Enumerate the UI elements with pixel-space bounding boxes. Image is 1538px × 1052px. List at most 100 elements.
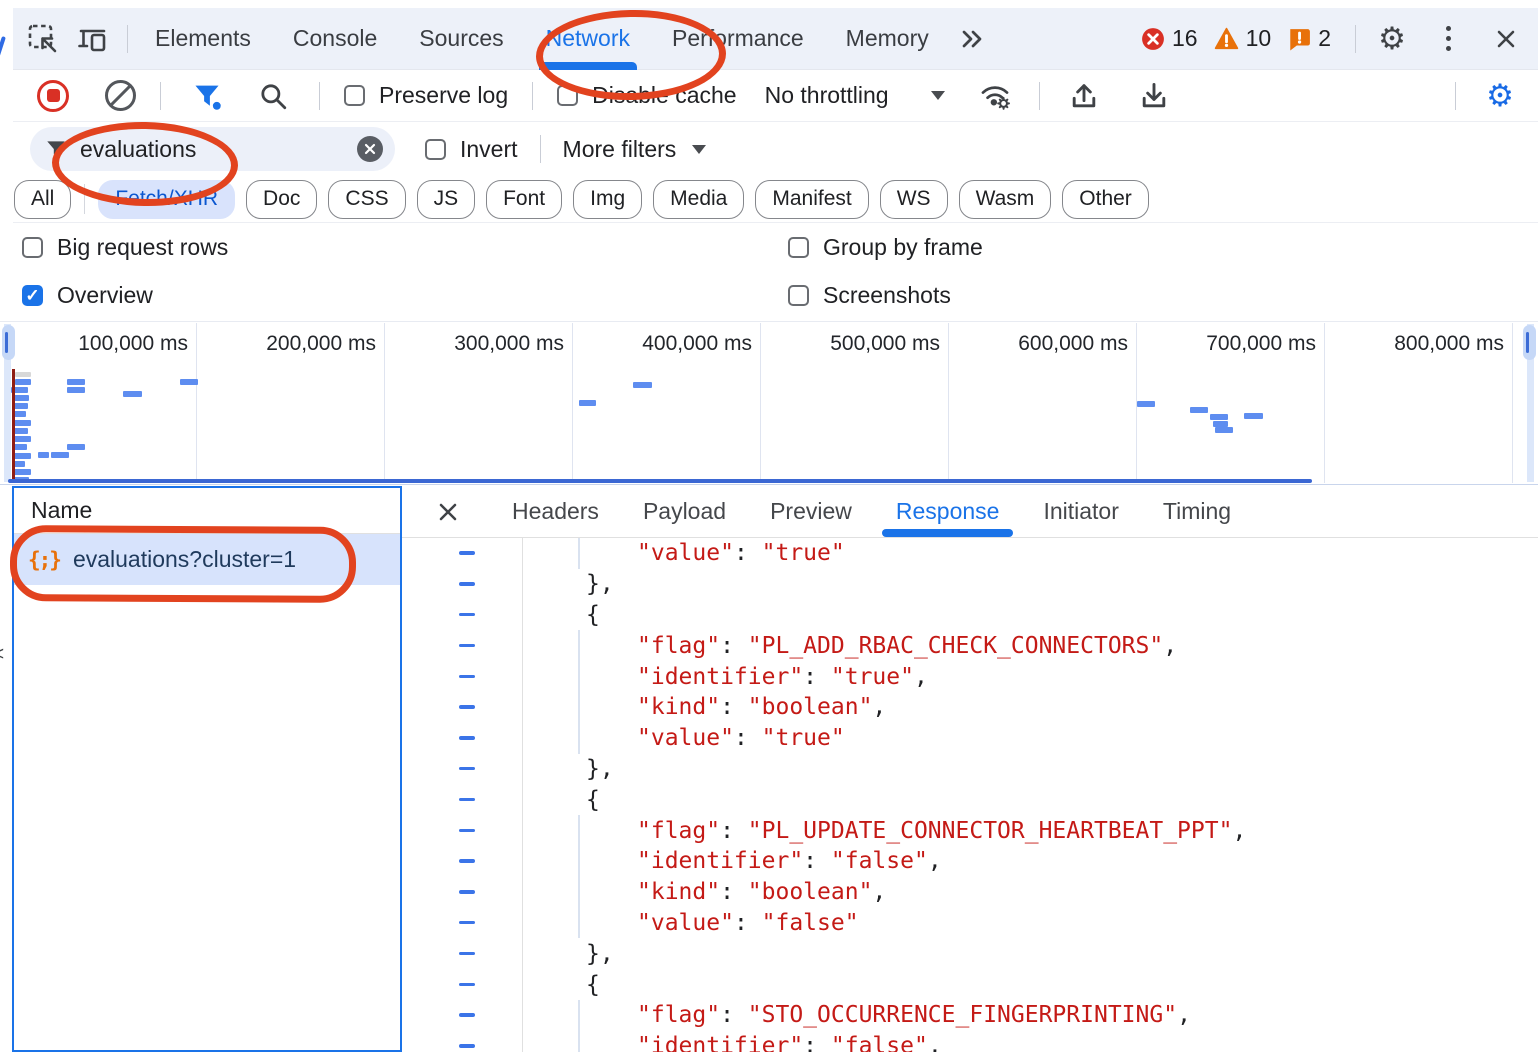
option-label: Screenshots: [823, 282, 951, 309]
close-devtools-icon[interactable]: [1484, 17, 1528, 61]
code-line: "identifier": "false",: [402, 1031, 1538, 1052]
chip-img[interactable]: Img: [573, 180, 642, 219]
request-timing-bar: [579, 400, 596, 406]
toolbar-divider: [160, 82, 161, 110]
request-timing-bar: [38, 452, 49, 458]
option-big-request-rows[interactable]: Big request rows: [22, 234, 228, 261]
detail-tab-timing[interactable]: Timing: [1163, 486, 1231, 538]
network-overview-timeline[interactable]: 100,000 ms200,000 ms300,000 ms400,000 ms…: [0, 321, 1538, 485]
chip-other[interactable]: Other: [1062, 180, 1149, 219]
search-icon[interactable]: [251, 74, 295, 118]
network-conditions-icon[interactable]: [973, 74, 1017, 118]
toolbar-divider: [532, 82, 533, 110]
code-line: "flag": "STO_OCCURRENCE_FINGERPRINTING",: [402, 1000, 1538, 1031]
chip-all[interactable]: All: [14, 180, 71, 219]
tab-sources[interactable]: Sources: [398, 8, 524, 70]
filter-icon[interactable]: [185, 74, 229, 118]
request-timing-bar: [633, 382, 652, 388]
checkbox[interactable]: [788, 237, 809, 258]
inspect-element-icon[interactable]: [21, 17, 65, 61]
tab-elements[interactable]: Elements: [134, 8, 272, 70]
option-overview[interactable]: ✓Overview: [22, 282, 153, 309]
issue-count: 2: [1318, 25, 1331, 52]
chip-group-divider: [84, 184, 85, 214]
checkbox[interactable]: ✓: [22, 285, 43, 306]
network-settings-gear-icon[interactable]: ⚙: [1478, 74, 1522, 118]
throttling-caret-icon[interactable]: [931, 91, 945, 100]
kebab-menu-icon[interactable]: [1426, 17, 1470, 61]
request-timing-bar: [13, 444, 27, 450]
name-column-header[interactable]: Name: [14, 488, 400, 534]
code-text: "flag": "PL_UPDATE_CONNECTOR_HEARTBEAT_P…: [523, 818, 1246, 844]
warning-badge[interactable]: 10: [1214, 25, 1272, 52]
line-gutter: [402, 846, 523, 877]
chip-manifest[interactable]: Manifest: [755, 180, 868, 219]
tab-memory[interactable]: Memory: [825, 8, 950, 70]
detail-tab-headers[interactable]: Headers: [512, 486, 599, 538]
chip-doc[interactable]: Doc: [246, 180, 317, 219]
chip-media[interactable]: Media: [653, 180, 744, 219]
overview-right-grip[interactable]: [1523, 325, 1536, 360]
line-gutter: [402, 569, 523, 600]
error-badge[interactable]: 16: [1141, 25, 1198, 52]
option-screenshots[interactable]: Screenshots: [788, 282, 951, 309]
chip-js[interactable]: JS: [417, 180, 476, 219]
detail-tab-response[interactable]: Response: [896, 486, 1000, 538]
invert-checkbox[interactable]: [425, 139, 446, 160]
preserve-log-checkbox[interactable]: [344, 85, 365, 106]
detail-tab-initiator[interactable]: Initiator: [1043, 486, 1118, 538]
detail-tab-preview[interactable]: Preview: [770, 486, 852, 538]
panel-tabs: ElementsConsoleSourcesNetworkPerformance…: [134, 8, 950, 70]
option-group-by-frame[interactable]: Group by frame: [788, 234, 983, 261]
option-label: Group by frame: [823, 234, 983, 261]
detail-tab-payload[interactable]: Payload: [643, 486, 726, 538]
more-filters-caret-icon[interactable]: [692, 145, 706, 154]
chip-font[interactable]: Font: [486, 180, 562, 219]
timeline-tick-label: 200,000 ms: [196, 332, 376, 356]
chip-css[interactable]: CSS: [328, 180, 405, 219]
export-har-icon[interactable]: [1132, 74, 1176, 118]
checkbox[interactable]: [22, 237, 43, 258]
code-line: },: [402, 938, 1538, 969]
devtools-tabbar: ElementsConsoleSourcesNetworkPerformance…: [13, 8, 1538, 70]
line-gutter: [402, 969, 523, 1000]
indent-guide: [578, 908, 580, 939]
code-line: },: [402, 754, 1538, 785]
chip-ws[interactable]: WS: [880, 180, 948, 219]
timeline-gridline: [1512, 323, 1513, 483]
filter-input[interactable]: evaluations: [30, 127, 395, 171]
checkbox[interactable]: [788, 285, 809, 306]
settings-gear-icon[interactable]: ⚙: [1370, 17, 1414, 61]
tab-network[interactable]: Network: [525, 8, 651, 70]
chip-wasm[interactable]: Wasm: [959, 180, 1052, 219]
request-timing-bar: [13, 436, 31, 442]
tab-console[interactable]: Console: [272, 8, 398, 70]
request-name: evaluations?cluster=1: [73, 546, 296, 573]
response-body-viewer[interactable]: "value": "true"},{"flag": "PL_ADD_RBAC_C…: [402, 538, 1538, 1052]
more-tabs-icon[interactable]: [950, 17, 994, 61]
close-detail-icon[interactable]: [436, 500, 460, 524]
request-timing-bar: [1215, 427, 1233, 433]
detail-tabs: Headers Payload Preview Response Initiator Ti…: [512, 486, 1231, 538]
code-line: "value": "false": [402, 908, 1538, 939]
code-text: "value": "true": [523, 540, 845, 566]
clear-network-log-button[interactable]: [105, 80, 136, 111]
device-toolbar-icon[interactable]: [71, 17, 115, 61]
overview-left-grip[interactable]: [2, 325, 15, 360]
toolbar-divider: [540, 135, 541, 163]
request-detail-tabbar: Headers Payload Preview Response Initiator Ti…: [402, 486, 1538, 538]
tab-performance[interactable]: Performance: [651, 8, 825, 70]
disable-cache-checkbox[interactable]: [557, 85, 578, 106]
record-network-log-button[interactable]: [37, 80, 69, 112]
request-row[interactable]: {;} evaluations?cluster=1: [14, 534, 400, 585]
line-gutter: [402, 754, 523, 785]
issues-badge[interactable]: 2: [1287, 25, 1331, 52]
request-timing-bar: [1244, 413, 1263, 419]
throttling-select[interactable]: No throttling: [765, 82, 889, 109]
chip-fetchxhr[interactable]: Fetch/XHR: [98, 180, 235, 219]
import-har-icon[interactable]: [1062, 74, 1106, 118]
indent-guide: [578, 630, 580, 661]
clear-filter-icon[interactable]: [357, 136, 383, 162]
timeline-tick-label: 100,000 ms: [8, 332, 188, 356]
more-filters-button[interactable]: More filters: [563, 136, 677, 163]
